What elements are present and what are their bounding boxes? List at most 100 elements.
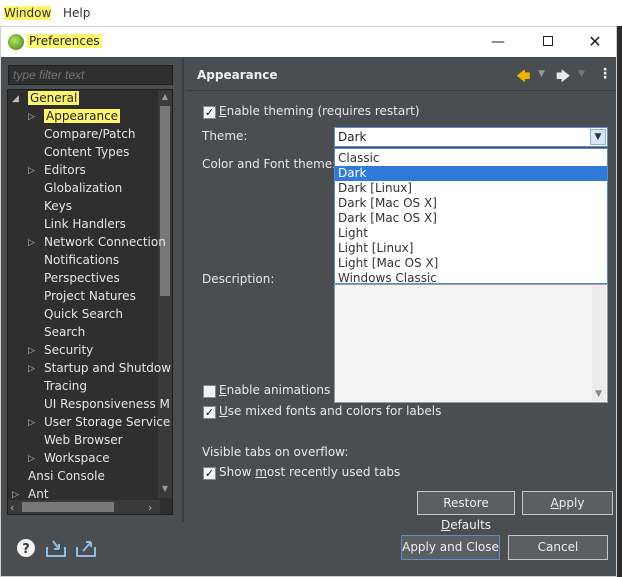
tree-item[interactable]: ▷ Security — [8, 342, 158, 360]
tree-item-label: Network Connection — [44, 235, 166, 249]
theme-option[interactable]: Dark [Mac OS X] — [335, 211, 607, 226]
chevron-down-icon[interactable]: ▼ — [590, 129, 606, 145]
theme-option[interactable]: Light — [335, 226, 607, 241]
theme-option[interactable]: Dark [Mac OS X] — [335, 196, 607, 211]
collapsed-twisty-icon[interactable]: ▷ — [28, 454, 38, 464]
tree-item[interactable]: Compare/Patch — [8, 126, 158, 144]
tree-item-label: Link Handlers — [44, 217, 126, 231]
forward-dropdown-icon[interactable]: ▼ — [578, 69, 585, 79]
tree-item[interactable]: Tracing — [8, 378, 158, 396]
collapsed-twisty-icon[interactable]: ▷ — [28, 364, 38, 374]
mnemonic: A — [550, 496, 559, 510]
tree-item-label: Keys — [44, 199, 73, 213]
menubar: Window Help — [0, 0, 622, 26]
tree-item[interactable]: Ansi Console — [8, 468, 158, 486]
pane-sash[interactable] — [182, 57, 184, 522]
mnemonic: m — [255, 465, 267, 479]
tree-item-label: UI Responsiveness M — [44, 397, 170, 411]
tree-item[interactable]: ▷ Startup and Shutdow — [8, 360, 171, 378]
apply-button[interactable]: Apply — [522, 491, 613, 515]
menu-help[interactable]: Help — [63, 6, 90, 20]
tree-item[interactable]: ▷ Workspace — [8, 450, 158, 468]
tree-item[interactable]: Quick Search — [8, 306, 158, 324]
scroll-down-icon[interactable]: ▼ — [595, 389, 602, 399]
tree-item[interactable]: ▷ Editors — [8, 162, 158, 180]
label-text: nable animations — [226, 383, 331, 397]
page-header: Appearance 🡄 ▼ 🡆 ▼ ⋮ — [186, 57, 616, 91]
preferences-dialog: Preferences — ✕ ▲ ▼ ‹ › ◢General▷Appeara… — [0, 26, 617, 577]
tree-item-label: Startup and Shutdow — [44, 361, 172, 375]
label-text: ost recently used tabs — [266, 465, 401, 479]
tree-item[interactable]: Keys — [8, 198, 158, 216]
collapsed-twisty-icon[interactable]: ▷ — [28, 346, 38, 356]
scroll-down-icon[interactable]: ▼ — [160, 484, 170, 494]
vscroll-thumb[interactable] — [160, 106, 170, 296]
titlebar: Preferences — ✕ — [1, 27, 616, 57]
menu-window[interactable]: Window — [4, 6, 52, 20]
theme-option[interactable]: Light [Linux] — [335, 241, 607, 256]
tree-item-label: Workspace — [44, 451, 110, 465]
tree-item[interactable]: ◢ General — [8, 90, 158, 108]
tree-item[interactable]: ▷ User Storage Service — [8, 414, 170, 432]
mixed-fonts-checkbox[interactable]: ✓ — [203, 406, 216, 419]
scroll-up-icon[interactable]: ▲ — [160, 92, 170, 102]
tree-vertical-scrollbar[interactable]: ▲ ▼ — [158, 90, 172, 498]
view-menu-icon[interactable]: ⋮ — [598, 66, 612, 82]
tree-item[interactable]: Web Browser — [8, 432, 158, 450]
tree-item[interactable]: ▷ Appearance — [8, 108, 158, 126]
apply-and-close-button[interactable]: Apply and Close — [401, 535, 500, 560]
tree-item[interactable]: Project Natures — [8, 288, 158, 306]
label-text: pply — [558, 496, 585, 510]
tree-item-label: Ansi Console — [28, 469, 105, 483]
minimize-button[interactable]: — — [483, 31, 513, 53]
import-icon[interactable] — [45, 537, 67, 559]
theme-combo[interactable]: Dark ▼ — [334, 127, 608, 147]
collapsed-twisty-icon[interactable]: ▷ — [28, 166, 38, 176]
back-arrow-icon[interactable]: 🡄 — [516, 66, 530, 90]
restore-defaults-button[interactable]: Restore Defaults — [417, 491, 515, 532]
collapsed-twisty-icon[interactable]: ▷ — [28, 112, 38, 122]
tree-item-label: General — [28, 91, 80, 105]
theme-option[interactable]: Classic — [335, 151, 607, 166]
enable-animations-checkbox[interactable] — [203, 385, 216, 398]
tree-item-label: Search — [44, 325, 86, 339]
collapsed-twisty-icon[interactable]: ▷ — [12, 490, 22, 500]
back-dropdown-icon[interactable]: ▼ — [538, 69, 545, 79]
cancel-button[interactable]: Cancel — [508, 535, 608, 560]
label-text: nable theming (requires restart) — [226, 104, 420, 118]
show-recent-tabs-checkbox[interactable]: ✓ — [203, 467, 216, 480]
enable-animations-label: Enable animations — [219, 383, 330, 397]
mnemonic: E — [219, 104, 227, 118]
label-text: Show — [219, 465, 256, 479]
enable-theming-checkbox[interactable]: ✓ — [203, 106, 216, 119]
tree-item-label: Security — [44, 343, 94, 357]
tree-item[interactable]: UI Responsiveness M — [8, 396, 170, 414]
filter-input[interactable] — [8, 65, 173, 85]
tree-item[interactable]: Globalization — [8, 180, 158, 198]
collapsed-twisty-icon[interactable]: ▷ — [28, 238, 38, 248]
tree-item-label: Ant — [28, 487, 49, 501]
theme-option[interactable]: Dark [Linux] — [335, 181, 607, 196]
help-icon[interactable]: ? — [15, 537, 37, 559]
theme-option[interactable]: Dark — [335, 166, 607, 181]
maximize-button[interactable] — [533, 31, 563, 53]
color-font-theme-label: Color and Font theme: — [202, 157, 337, 171]
theme-option[interactable]: Light [Mac OS X] — [335, 256, 607, 271]
tree-item[interactable]: Search — [8, 324, 158, 342]
tree-item-label: Editors — [44, 163, 86, 177]
tree-item-label: Quick Search — [44, 307, 123, 321]
tree-item[interactable]: Perspectives — [8, 270, 158, 288]
close-button[interactable]: ✕ — [580, 31, 610, 53]
export-icon[interactable] — [75, 537, 97, 559]
tree-item[interactable]: Notifications — [8, 252, 158, 270]
description-scrollbar[interactable]: ▼ — [592, 286, 606, 401]
collapsed-twisty-icon[interactable]: ▷ — [28, 418, 38, 428]
forward-arrow-icon[interactable]: 🡆 — [556, 66, 570, 90]
expanded-twisty-icon[interactable]: ◢ — [12, 94, 22, 104]
tree-item[interactable]: ▷ Network Connection — [8, 234, 166, 252]
tree-item[interactable]: Link Handlers — [8, 216, 158, 234]
theme-label: Theme: — [202, 129, 248, 143]
description-label: Description: — [202, 272, 275, 286]
tree-item[interactable]: ▷ Ant — [8, 486, 158, 504]
tree-item[interactable]: Content Types — [8, 144, 158, 162]
